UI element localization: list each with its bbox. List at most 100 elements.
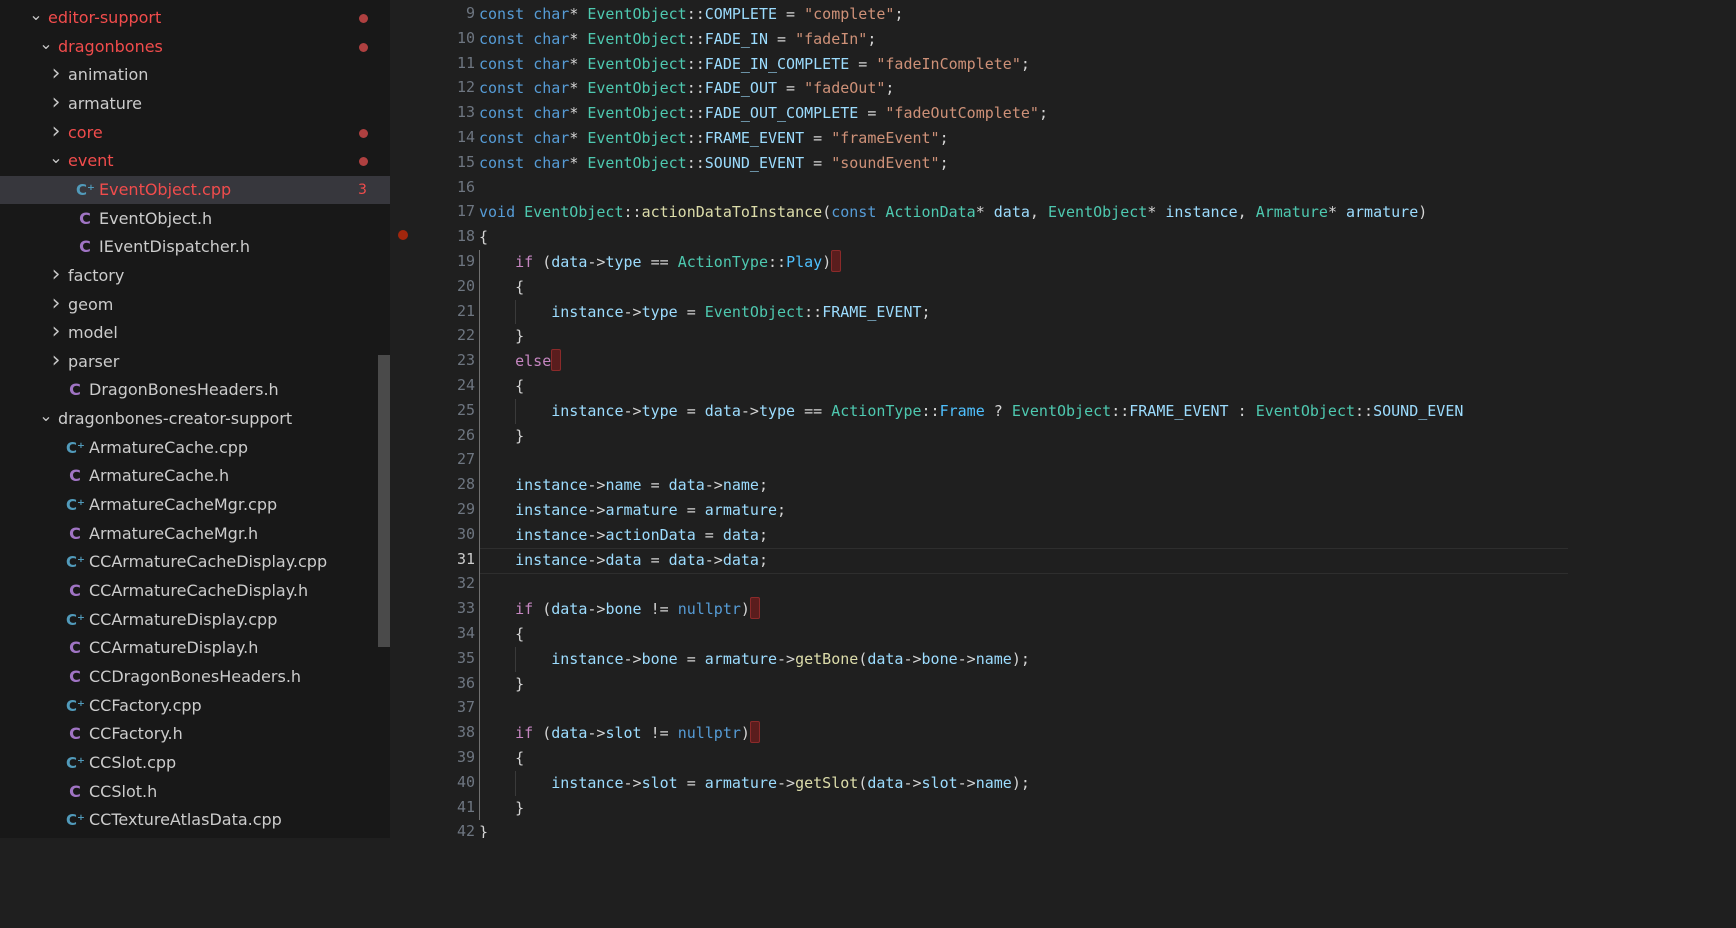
chevron-right-icon[interactable]: › (48, 119, 64, 147)
code-line[interactable]: instance->data = data->data; (479, 548, 768, 573)
code-token: armature (1346, 203, 1419, 222)
code-token: EventObject (587, 153, 687, 172)
folder-item[interactable]: › animation (0, 61, 390, 89)
code-line[interactable]: } (479, 672, 524, 697)
code-line[interactable]: if (data->bone != nullptr) (479, 597, 760, 622)
folder-item[interactable]: ⌄ editor-support (0, 4, 390, 32)
code-editor[interactable]: 9 10 11 12 13 14 15 16 17 18 19 20 21 22 23 24 25 26 27 28 2… (390, 0, 1568, 838)
chevron-right-icon[interactable]: › (48, 348, 64, 376)
folder-item[interactable]: ⌄ dragonbones (0, 33, 390, 61)
code-line[interactable]: if (data->type == ActionType::Play) (479, 250, 842, 275)
line-number: 9 (465, 4, 475, 22)
code-line[interactable]: const char* EventObject::FADE_OUT = "fad… (479, 76, 894, 101)
code-line[interactable]: instance->type = EventObject::FRAME_EVEN… (479, 300, 930, 325)
c-header-file-icon: C (69, 666, 81, 686)
file-item[interactable]: C EventObject.h (0, 205, 390, 233)
folder-item[interactable]: › core (0, 119, 390, 147)
chevron-right-icon[interactable]: › (48, 90, 64, 118)
code-line[interactable]: { (479, 275, 524, 300)
chevron-right-icon[interactable]: › (48, 291, 64, 319)
folder-item[interactable]: › armature (0, 90, 390, 118)
code-token: armature (704, 501, 778, 519)
tree-item-label: ArmatureCache.cpp (89, 437, 249, 457)
chevron-right-icon[interactable]: › (48, 61, 64, 89)
code-token: != (641, 600, 678, 619)
file-item[interactable]: C⁺ CCSlot.cpp (0, 749, 390, 777)
file-item[interactable]: C ArmatureCacheMgr.h (0, 520, 390, 548)
code-token: instance (551, 401, 624, 420)
file-item[interactable]: C IEventDispatcher.h (0, 233, 390, 261)
code-line[interactable]: else (479, 349, 562, 374)
code-line[interactable]: const char* EventObject::FADE_IN = "fade… (479, 27, 876, 52)
file-item[interactable]: C CCDragonBonesHeaders.h (0, 663, 390, 691)
code-line[interactable]: instance->bone = armature->getBone(data-… (479, 647, 1030, 672)
folder-item[interactable]: › geom (0, 291, 390, 319)
chevron-down-icon[interactable]: ⌄ (38, 33, 54, 61)
folder-item[interactable]: › factory (0, 262, 390, 290)
chevron-right-icon[interactable]: › (48, 262, 64, 290)
code-line[interactable]: } (479, 796, 524, 821)
code-line[interactable]: instance->slot = armature->getSlot(data-… (479, 771, 1030, 796)
line-number-gutter[interactable]: 9 10 11 12 13 14 15 16 17 18 19 20 21 22 23 24 25 26 27 28 2… (390, 0, 480, 838)
file-item[interactable]: C⁺ CCArmatureCacheDisplay.cpp (0, 548, 390, 576)
file-item[interactable]: C ArmatureCache.h (0, 462, 390, 490)
code-line[interactable]: instance->type = data->type == ActionTyp… (479, 399, 1463, 424)
file-item[interactable]: C⁺ EventObject.cpp 3 (0, 175, 390, 204)
code-token: ; (867, 29, 877, 48)
code-token: -> (957, 649, 976, 668)
code-token: name (975, 773, 1012, 792)
code-token: ( (533, 724, 552, 743)
chevron-down-icon[interactable]: ⌄ (48, 147, 64, 175)
tree-item-label: IEventDispatcher.h (99, 237, 251, 257)
folder-item[interactable]: ⌄ dragonbones-creator-support (0, 405, 390, 433)
file-item[interactable]: C CCArmatureCacheDisplay.h (0, 577, 390, 605)
code-line[interactable]: { (479, 622, 524, 647)
code-token: = (641, 550, 669, 569)
code-line[interactable]: instance->name = data->name; (479, 473, 768, 498)
code-token: "soundEvent" (831, 153, 940, 172)
tree-item-label: model (68, 323, 118, 343)
code-line[interactable]: const char* EventObject::FADE_OUT_COMPLE… (479, 101, 1048, 126)
chevron-down-icon[interactable]: ⌄ (28, 4, 44, 32)
file-item[interactable]: C⁺ CCFactory.cpp (0, 692, 390, 720)
code-line[interactable]: const char* EventObject::SOUND_EVENT = "… (479, 151, 949, 176)
file-item[interactable]: C⁺ ArmatureCache.cpp (0, 434, 390, 462)
code-token: if (515, 600, 534, 619)
sidebar-scrollbar[interactable] (378, 355, 390, 647)
folder-item[interactable]: › model (0, 319, 390, 347)
code-line[interactable]: } (479, 820, 488, 838)
line-number: 14 (456, 128, 475, 146)
code-line[interactable]: const char* EventObject::COMPLETE = "com… (479, 2, 903, 27)
code-token: ; (758, 476, 768, 495)
folder-item[interactable]: › parser (0, 348, 390, 376)
code-line[interactable]: instance->actionData = data; (479, 523, 768, 548)
code-line[interactable]: } (479, 424, 524, 449)
chevron-down-icon[interactable]: ⌄ (38, 405, 54, 433)
code-line[interactable]: { (479, 746, 524, 771)
file-item[interactable]: C⁺ ArmatureCacheMgr.cpp (0, 491, 390, 519)
code-line[interactable]: const char* EventObject::FRAME_EVENT = "… (479, 126, 949, 151)
breakpoint-icon[interactable] (398, 230, 408, 240)
chevron-right-icon[interactable]: › (48, 319, 64, 347)
file-item[interactable]: C DragonBonesHeaders.h (0, 376, 390, 404)
code-line[interactable]: } (479, 324, 524, 349)
file-item[interactable]: C CCSlot.h (0, 778, 390, 806)
code-token: { (479, 377, 525, 395)
code-line[interactable]: instance->armature = armature; (479, 498, 786, 523)
code-line[interactable]: { (479, 225, 488, 250)
code-token: name (975, 649, 1012, 668)
file-item[interactable]: C CCFactory.h (0, 720, 390, 748)
code-line[interactable]: if (data->slot != nullptr) (479, 721, 760, 746)
code-line[interactable]: void EventObject::actionDataToInstance(c… (479, 200, 1427, 225)
file-item[interactable]: C⁺ CCTextureAtlasData.cpp (0, 806, 390, 834)
code-line[interactable]: const char* EventObject::FADE_IN_COMPLET… (479, 52, 1030, 77)
code-line[interactable]: { (479, 374, 524, 399)
cpp-file-icon: C⁺ (66, 753, 85, 772)
file-item[interactable]: C⁺ CCArmatureDisplay.cpp (0, 606, 390, 634)
folder-item[interactable]: ⌄ event (0, 147, 390, 175)
code-token: ) (740, 724, 750, 743)
code-token: data (551, 253, 588, 271)
file-item[interactable]: C CCArmatureDisplay.h (0, 634, 390, 662)
code-token: :: (768, 253, 787, 271)
